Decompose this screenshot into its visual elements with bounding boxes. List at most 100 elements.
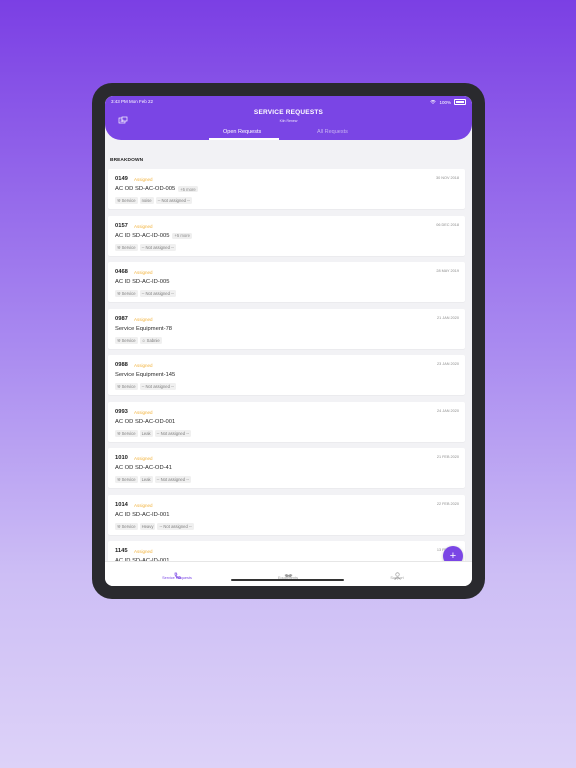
request-equipment-name: AC OD SD-AC-OD-005 +5 more xyxy=(115,186,198,192)
request-card[interactable]: 0987 Assigned 21 JAN 2020 Service Equipment… xyxy=(108,308,465,349)
request-equipment-name: AC OD SD-AC-OD-41 xyxy=(115,465,172,471)
equipment-name-text: Service Equipment-78 xyxy=(115,325,173,332)
status-badge: Assigned xyxy=(134,409,153,415)
request-tag-label: Service xyxy=(121,244,136,250)
request-number: 0993 xyxy=(115,408,128,415)
status-badge: Assigned xyxy=(134,316,153,322)
request-tag: ⚒Service xyxy=(115,290,138,297)
request-tag: -- Not assigned -- xyxy=(139,243,176,251)
app-screen: 3:43 PM Mon Feb 22 100% SERVICE REQUESTS… xyxy=(105,96,472,586)
request-card[interactable]: 0988 Assigned 23 JAN 2020 Service Equipment… xyxy=(108,355,465,395)
person-icon xyxy=(393,567,402,580)
request-tags: ⚒ Service ☺ Sabnie xyxy=(115,336,162,344)
request-tags: ⚒ServiceHeavy -- Not assigned -- xyxy=(115,522,194,530)
request-equipment-name: AC ID SD-AC-ID-005 xyxy=(115,279,169,285)
request-tag-label: noise xyxy=(141,198,152,203)
request-number: 0468 xyxy=(115,269,128,275)
more-badge: +5 more xyxy=(178,186,198,192)
tab-open-requests[interactable]: Open Requests xyxy=(223,129,261,135)
request-tabs: Open Requests All Requests xyxy=(105,128,472,140)
request-tag-label: Heavy xyxy=(141,523,154,529)
wrench-icon: ⚒ xyxy=(117,291,121,296)
nav-item-service-requests[interactable]: Service Requests xyxy=(147,567,207,580)
status-bar-right: 100% xyxy=(430,99,466,105)
request-card[interactable]: 0149 Assigned 30 NOV 2018 AC OD SD-AC-OD-00… xyxy=(108,169,465,209)
status-badge: Assigned xyxy=(134,502,153,508)
bottom-navigation: Service Requests Equipments Support xyxy=(105,561,472,586)
request-tag-label: Service xyxy=(121,477,136,482)
request-date: 21 FEB 2020 xyxy=(436,455,459,459)
request-tag-label: -- Not assigned -- xyxy=(156,477,190,482)
request-tag-label: Leak xyxy=(141,477,151,482)
request-card[interactable]: 1010 Assigned 21 FEB 2020 AC OD SD-AC-OD-41… xyxy=(108,448,465,488)
request-tag-label: -- Not assigned -- xyxy=(156,430,190,436)
request-tag: ⚒Service xyxy=(115,522,138,530)
request-equipment-name: Service Equipment-78 xyxy=(115,326,172,332)
request-tag: ⚒Service xyxy=(115,383,138,390)
nav-item-support[interactable]: Support xyxy=(367,567,427,580)
status-badge: Assigned xyxy=(134,223,153,229)
request-tag-label: -- Not assigned -- xyxy=(141,244,174,250)
person-icon: ☺ xyxy=(141,337,146,343)
request-tag: Leak xyxy=(139,429,153,437)
request-card[interactable]: 0157 Assigned 06 DEC 2018 AC ID SD-AC-ID-00… xyxy=(108,215,465,256)
request-tag: -- Not assigned -- xyxy=(155,197,192,204)
request-tag: noise xyxy=(139,197,154,204)
phone-icon xyxy=(173,567,182,579)
equipment-name-text: AC OD SD-AC-OD-005 xyxy=(115,186,176,192)
request-card[interactable]: 1014 Assigned 22 FEB 2020 AC ID SD-AC-ID-00… xyxy=(108,494,465,535)
handshake-icon xyxy=(284,567,293,578)
equipment-name-text: AC ID SD-AC-ID-001 xyxy=(115,511,170,518)
page-title: SERVICE REQUESTS xyxy=(253,109,324,116)
request-number: 1014 xyxy=(115,501,128,508)
request-tag-label: Leak xyxy=(141,430,151,436)
request-date: 06 DEC 2018 xyxy=(436,222,459,227)
request-tag: ☺ Sabnie xyxy=(139,336,162,344)
status-badge: Assigned xyxy=(134,363,153,368)
request-tags: ⚒ Service Leak -- Not assigned -- xyxy=(115,476,192,483)
wifi-icon xyxy=(430,99,437,105)
request-tag-label: Service xyxy=(121,337,136,343)
wrench-icon: ⚒ xyxy=(117,198,121,203)
more-badge: +5 more xyxy=(172,232,192,239)
section-label-breakdown: BREAKDOWN xyxy=(110,158,144,163)
wrench-icon: ⚒ xyxy=(117,523,121,529)
request-tags: ⚒ Service -- Not assigned -- xyxy=(115,290,176,297)
request-tag: Heavy xyxy=(139,522,156,530)
request-tag: ⚒Service xyxy=(115,429,138,437)
wrench-icon: ⚒ xyxy=(117,430,121,436)
request-card[interactable]: 0468 Assigned 28 MAY 2019 AC ID SD-AC-ID-00… xyxy=(108,262,465,302)
equipment-name-text: AC OD SD-AC-OD-001 xyxy=(115,418,176,425)
request-tag: ⚒Service xyxy=(115,336,138,344)
request-card[interactable]: 0993 Assigned 24 JAN 2020 AC OD SD-AC-OD-00… xyxy=(108,401,465,442)
wrench-icon: ⚒ xyxy=(117,337,121,343)
request-tag: ⚒Service xyxy=(115,476,138,483)
tablet-device-frame: 3:43 PM Mon Feb 22 100% SERVICE REQUESTS… xyxy=(92,83,485,599)
request-number: 0157 xyxy=(115,222,128,229)
request-tag: -- Not assigned -- xyxy=(139,383,176,390)
request-number: 1145 xyxy=(115,548,128,554)
request-equipment-name: AC OD SD-AC-OD-001 xyxy=(115,419,175,425)
request-tag: ⚒Service xyxy=(115,243,138,251)
wrench-icon: ⚒ xyxy=(117,244,121,250)
tab-all-requests[interactable]: All Requests xyxy=(317,129,348,135)
request-tag-label: -- Not assigned -- xyxy=(157,198,190,203)
request-tag-label: Service xyxy=(121,384,136,389)
app-header: 3:43 PM Mon Feb 22 100% SERVICE REQUESTS… xyxy=(105,96,472,140)
request-tag-label: -- Not assigned -- xyxy=(159,523,192,529)
status-badge: Assigned xyxy=(134,456,153,461)
request-date: 28 MAY 2019 xyxy=(436,269,459,273)
battery-icon xyxy=(454,99,466,105)
battery-percent: 100% xyxy=(439,99,451,105)
equipment-name-text: AC ID SD-AC-ID-005 xyxy=(115,279,170,285)
request-tag-label: -- Not assigned -- xyxy=(141,384,174,389)
request-number: 0987 xyxy=(115,315,128,322)
request-number: 1010 xyxy=(115,455,128,461)
request-tag: Leak xyxy=(139,476,153,483)
status-badge: Assigned xyxy=(134,177,153,182)
request-equipment-name: AC ID SD-AC-ID-001 xyxy=(115,512,169,518)
request-tag: -- Not assigned -- xyxy=(139,290,176,297)
request-date: 22 FEB 2020 xyxy=(436,501,459,506)
status-badge: Assigned xyxy=(134,270,153,275)
request-date: 21 JAN 2020 xyxy=(437,315,459,320)
